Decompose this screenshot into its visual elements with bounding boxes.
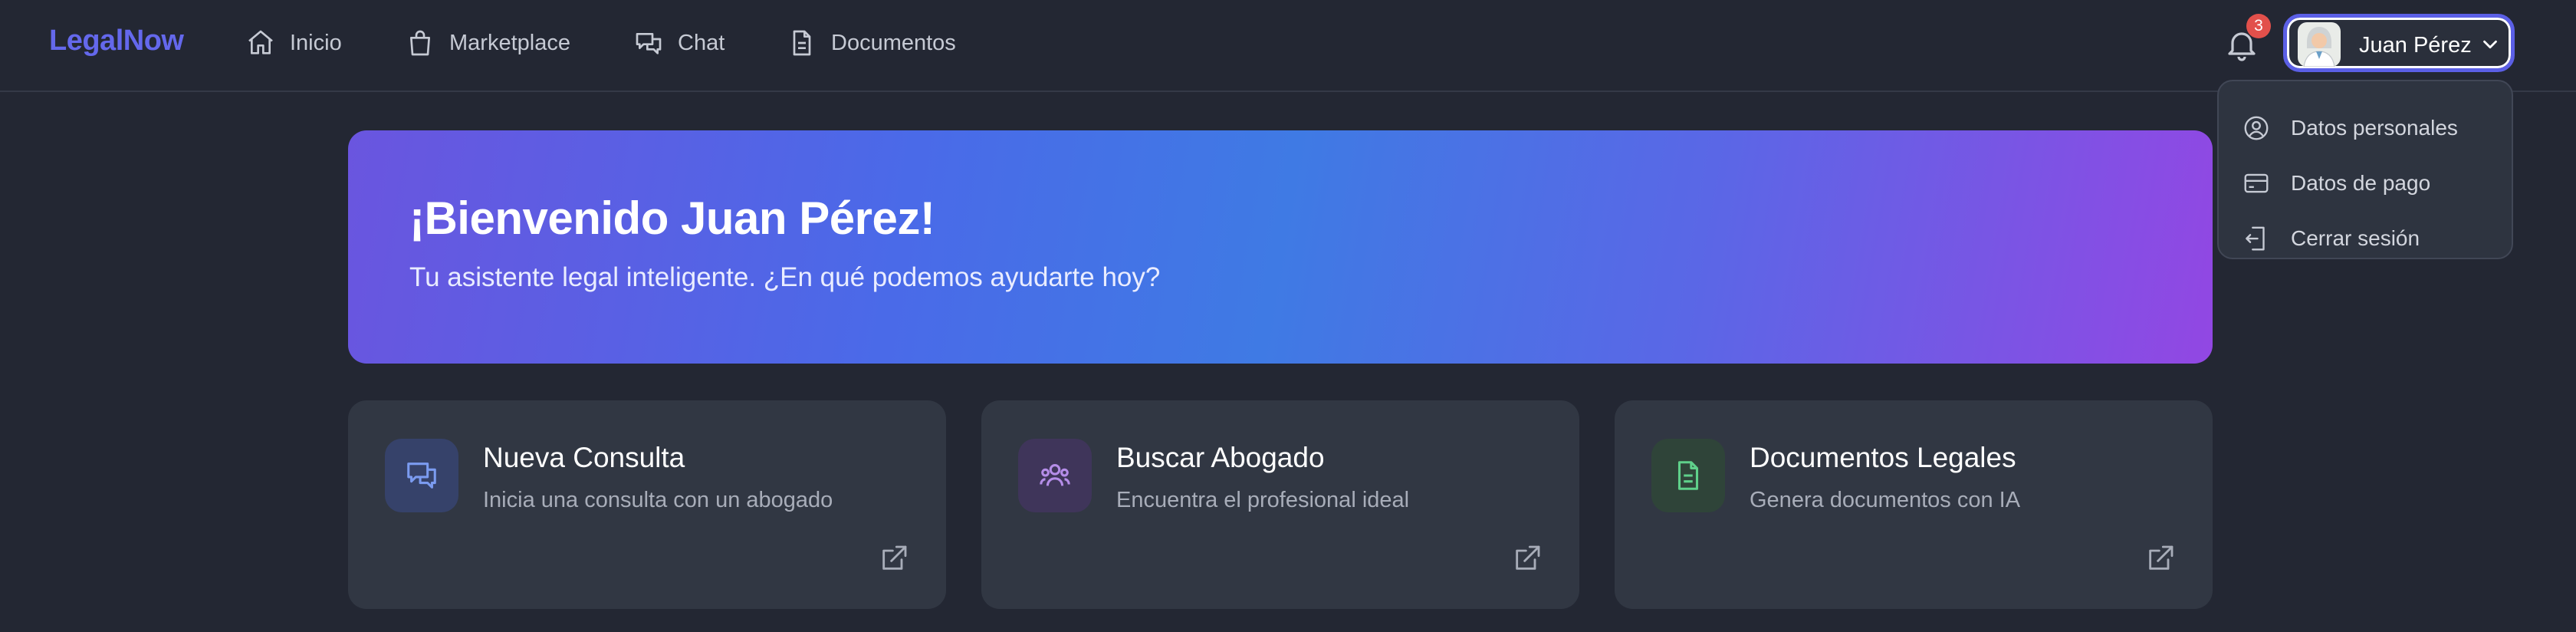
nav-item-label: Marketplace [449, 30, 570, 55]
external-link-icon[interactable] [1512, 543, 1543, 574]
card-icon-container [1651, 439, 1725, 512]
chat-bubbles-icon [407, 462, 436, 489]
menu-item-label: Cerrar sesión [2291, 226, 2420, 250]
external-link-icon[interactable] [879, 543, 909, 574]
users-icon [1040, 464, 1070, 486]
top-navbar: LegalNow Inicio Marketplace Chat Documen… [0, 0, 2576, 92]
welcome-banner: ¡Bienvenido Juan Pérez! Tu asistente leg… [348, 130, 2213, 364]
chat-icon [636, 33, 662, 54]
user-menu-button[interactable]: Juan Pérez [2283, 14, 2515, 72]
chevron-down-icon [2483, 40, 2497, 49]
card-nueva-consulta[interactable]: Nueva Consulta Inicia una consulta con u… [348, 400, 946, 609]
nav-item-label: Inicio [290, 30, 342, 55]
menu-item-datos-personales[interactable]: Datos personales [2242, 114, 2458, 143]
external-link-icon[interactable] [2145, 543, 2176, 574]
credit-card-icon [2244, 173, 2269, 193]
card-icon-container [1018, 439, 1092, 512]
nav-item-inicio[interactable]: Inicio [245, 28, 342, 58]
card-subtitle: Encuentra el profesional ideal [1116, 488, 1410, 512]
shopping-bag-icon [410, 30, 430, 56]
avatar [2298, 22, 2341, 67]
notifications-button[interactable]: 3 [2220, 14, 2271, 66]
user-circle-icon [2244, 116, 2269, 140]
nav-item-label: Documentos [831, 30, 956, 55]
file-text-icon [1677, 461, 1699, 490]
card-buscar-abogado[interactable]: Buscar Abogado Encuentra el profesional … [981, 400, 1579, 609]
logout-icon [2246, 226, 2265, 251]
nav-item-label: Chat [678, 30, 725, 55]
card-subtitle: Inicia una consulta con un abogado [483, 488, 833, 512]
notification-count-badge: 3 [2246, 14, 2271, 38]
user-name: Juan Pérez [2359, 33, 2472, 58]
menu-item-datos-pago[interactable]: Datos de pago [2242, 169, 2430, 198]
card-icon-container [385, 439, 458, 512]
home-icon [248, 30, 273, 54]
nav-item-documentos[interactable]: Documentos [787, 28, 956, 58]
menu-item-label: Datos personales [2291, 116, 2458, 140]
document-icon [793, 30, 811, 56]
card-title: Documentos Legales [1750, 442, 2016, 473]
card-documentos-legales[interactable]: Documentos Legales Genera documentos con… [1615, 400, 2213, 609]
card-title: Nueva Consulta [483, 442, 685, 473]
user-dropdown-menu: Datos personales Datos de pago Cerrar se… [2217, 80, 2513, 259]
brand-logo[interactable]: LegalNow [49, 25, 184, 58]
card-title: Buscar Abogado [1116, 442, 1325, 473]
menu-item-label: Datos de pago [2291, 171, 2431, 195]
menu-item-cerrar-sesion[interactable]: Cerrar sesión [2242, 224, 2420, 253]
nav-item-marketplace[interactable]: Marketplace [405, 28, 570, 58]
welcome-title: ¡Bienvenido Juan Pérez! [409, 193, 935, 244]
nav-item-chat[interactable]: Chat [633, 28, 724, 58]
card-subtitle: Genera documentos con IA [1750, 488, 2021, 512]
welcome-subtitle: Tu asistente legal inteligente. ¿En qué … [409, 262, 1161, 292]
